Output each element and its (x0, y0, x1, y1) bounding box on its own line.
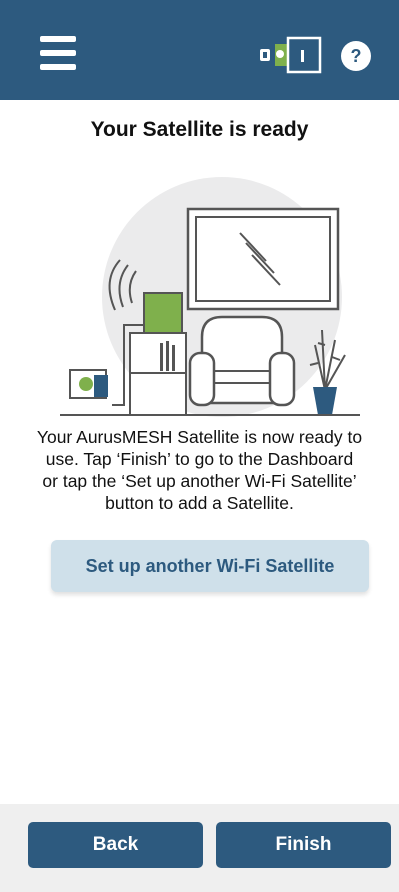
setup-another-satellite-button[interactable]: Set up another Wi-Fi Satellite (51, 540, 369, 592)
page-title: Your Satellite is ready (90, 118, 309, 141)
description-line: Your AurusMESH Satellite is now ready to (36, 427, 363, 447)
satellite-status-icon[interactable] (258, 36, 322, 74)
satellite-room-illustration (60, 177, 360, 417)
footer-bar: Back Finish (0, 804, 399, 892)
help-icon[interactable]: ? (341, 41, 371, 71)
description-line: button to add a Satellite. (105, 493, 294, 513)
description-line: use. Tap ‘Finish’ to go to the Dashboard (45, 449, 354, 469)
hamburger-menu-icon[interactable] (40, 36, 76, 70)
ready-description: Your AurusMESH Satellite is now ready to… (0, 426, 399, 514)
app-header: ? (0, 0, 399, 100)
description-line: or tap the ‘Set up another Wi-Fi Satelli… (42, 471, 357, 491)
back-button[interactable]: Back (28, 822, 203, 868)
finish-button[interactable]: Finish (216, 822, 391, 868)
